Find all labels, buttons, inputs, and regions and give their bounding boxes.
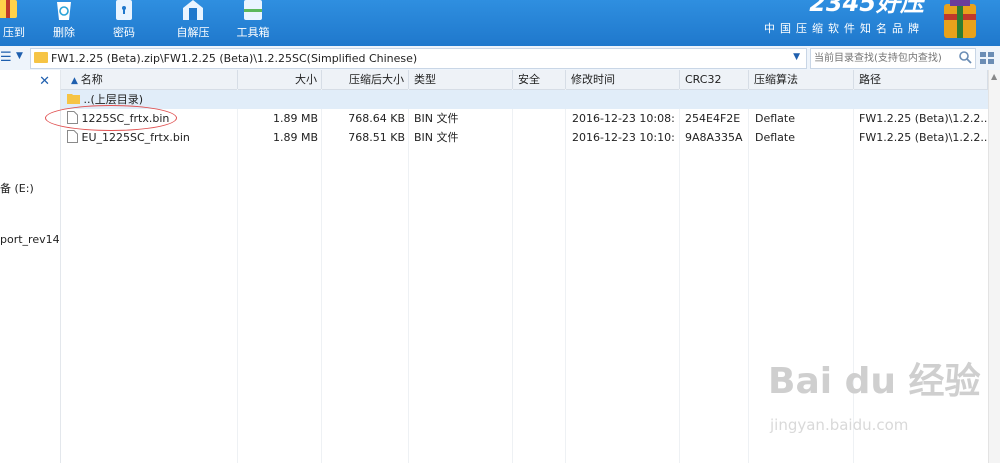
col-packed-size[interactable]: 压缩后大小 [322,70,409,89]
search-input[interactable] [814,51,954,65]
file-row[interactable]: EU_1225SC_frtx.bin 1.89 MB 768.51 KB BIN… [61,128,988,147]
file-packed-size: 768.51 KB [348,131,405,144]
col-path[interactable]: 路径 [854,70,988,89]
search-icon[interactable] [959,51,972,64]
address-bar: ☰ ▼ FW1.2.25 (Beta).zip\FW1.2.25 (Beta)\… [0,46,1000,71]
file-size: 1.89 MB [272,131,318,144]
brand-slogan: 中国压缩软件知名品牌 [764,22,924,35]
file-method: Deflate [755,112,795,125]
logo-icon [944,0,976,38]
file-list: ▲ 名称 大小 压缩后大小 类型 安全 修改时间 CRC32 压缩算法 路径 .… [61,70,988,463]
watermark: Bai du 经验 jingyan.baidu.com [768,352,981,434]
col-method[interactable]: 压缩算法 [749,70,854,89]
file-crc32: 9A8A335A [685,131,743,144]
file-size: 1.89 MB [272,112,318,125]
toolbar: 压到 删除 密码 自解压 工具箱 2345好压 中国压缩软件知名品牌 [0,0,1000,46]
delete-button[interactable]: 删除 [44,0,84,46]
folder-icon [34,52,48,63]
tree-item-folder[interactable]: port_rev14 [0,233,60,246]
col-size[interactable]: 大小 [238,70,322,89]
search-box [810,48,976,69]
house-icon [183,0,203,20]
dropdown-icon[interactable]: ▼ [16,51,23,61]
col-name[interactable]: ▲ 名称 [61,70,238,89]
annotation-ellipse [45,105,177,131]
tree-item-drive[interactable]: 备 (E:) [0,180,34,196]
file-security [513,128,566,147]
close-panel-icon[interactable]: ✕ [39,74,50,89]
scroll-up-icon[interactable]: ▲ [991,72,997,81]
compress-icon [0,0,17,18]
file-path: FW1.2.25 (Beta)\1.2.2... [859,112,988,125]
path-text: FW1.2.25 (Beta).zip\FW1.2.25 (Beta)\1.2.… [51,52,418,65]
toolbox-icon [244,0,262,20]
col-type[interactable]: 类型 [409,70,513,89]
self-extract-button[interactable]: 自解压 [168,0,218,46]
file-packed-size: 768.64 KB [348,112,405,125]
parent-folder-row[interactable]: ..(上层目录) [61,90,988,109]
file-modified: 2016-12-23 10:10: [572,131,675,144]
col-security[interactable]: 安全 [513,70,566,89]
folder-icon [67,94,80,104]
watermark-logo: Bai du 经验 [768,361,981,402]
compress-to-button[interactable]: 压到 [0,0,28,46]
file-row[interactable]: 1225SC_frtx.bin 1.89 MB 768.64 KB BIN 文件… [61,109,988,128]
file-name: EU_1225SC_frtx.bin [81,131,190,144]
password-button[interactable]: 密码 [104,0,144,46]
grid-view-icon[interactable] [978,50,996,66]
recycle-icon [57,2,71,20]
vertical-scrollbar[interactable]: ▲ [988,70,1000,463]
col-modified[interactable]: 修改时间 [566,70,680,89]
file-security [513,109,566,128]
col-crc32[interactable]: CRC32 [680,70,749,89]
file-type: BIN 文件 [414,131,459,144]
toolbox-button[interactable]: 工具箱 [228,0,278,46]
menu-icon[interactable]: ☰ [0,51,14,65]
lock-icon [116,0,132,20]
file-modified: 2016-12-23 10:08: [572,112,675,125]
path-field[interactable]: FW1.2.25 (Beta).zip\FW1.2.25 (Beta)\1.2.… [30,48,807,69]
file-method: Deflate [755,131,795,144]
file-crc32: 254E4F2E [685,112,741,125]
path-dropdown-icon[interactable]: ▼ [793,52,800,62]
folder-tree-panel: ✕ 备 (E:) port_rev14 [0,70,61,463]
column-header-row: ▲ 名称 大小 压缩后大小 类型 安全 修改时间 CRC32 压缩算法 路径 [61,70,988,90]
file-type: BIN 文件 [414,112,459,125]
watermark-url: jingyan.baidu.com [770,416,909,434]
sort-up-icon: ▲ [71,76,81,86]
file-icon [67,130,78,143]
brand-title: 2345好压 [809,0,924,17]
file-path: FW1.2.25 (Beta)\1.2.2... [859,131,988,144]
